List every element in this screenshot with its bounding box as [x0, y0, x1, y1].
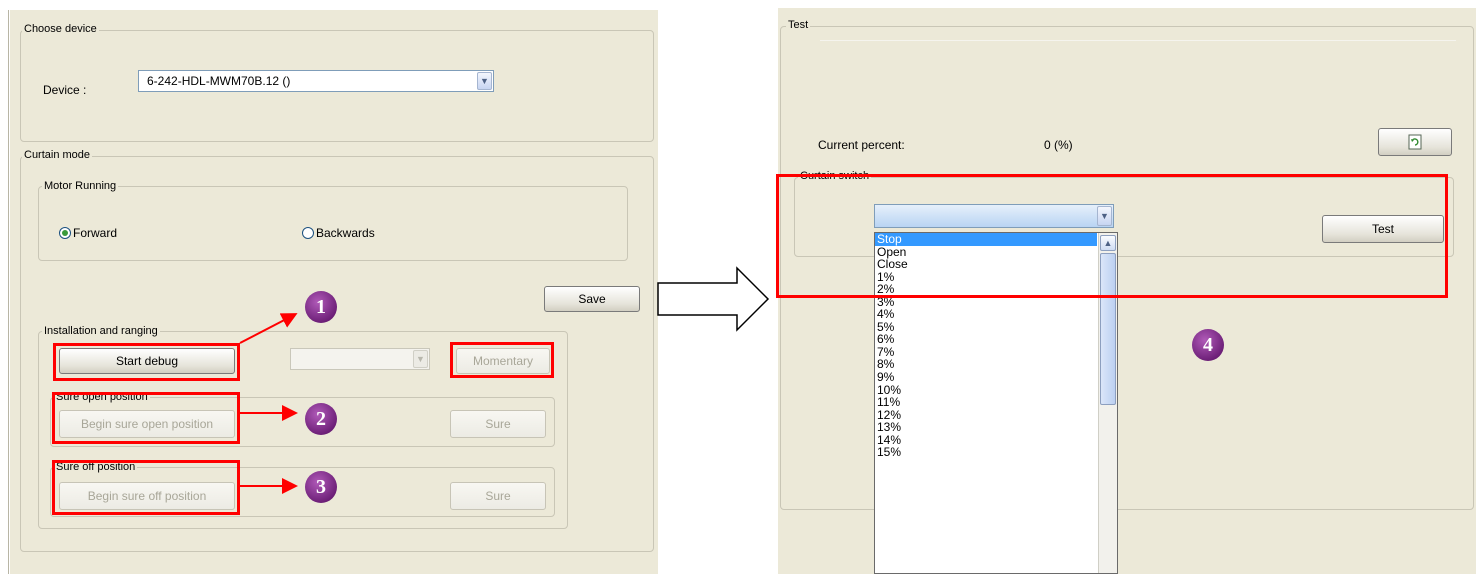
dropdown-option[interactable]: 6% [875, 333, 1097, 346]
step-2-badge: 2 [305, 403, 337, 435]
dropdown-option[interactable]: 7% [875, 346, 1097, 359]
dropdown-option[interactable]: 11% [875, 396, 1097, 409]
current-percent-value: 0 (%) [1044, 138, 1073, 152]
dropdown-option[interactable]: 9% [875, 371, 1097, 384]
transition-arrow-icon [657, 266, 770, 332]
dropdown-option[interactable]: 12% [875, 409, 1097, 422]
dropdown-option[interactable]: 14% [875, 434, 1097, 447]
dropdown-option[interactable]: 5% [875, 321, 1097, 334]
highlight-curtain-switch [776, 174, 1448, 298]
dropdown-option[interactable]: 15% [875, 446, 1097, 459]
refresh-button[interactable] [1378, 128, 1452, 156]
step-1-badge: 1 [305, 291, 337, 323]
dropdown-option[interactable]: 13% [875, 421, 1097, 434]
dropdown-option[interactable]: 4% [875, 308, 1097, 321]
test-header-line [820, 40, 1456, 41]
dropdown-option[interactable]: 10% [875, 384, 1097, 397]
current-percent-label: Current percent: [818, 138, 905, 152]
dropdown-option[interactable]: 8% [875, 358, 1097, 371]
arrow-step-1 [239, 313, 298, 344]
refresh-icon [1408, 134, 1422, 150]
test-legend: Test [786, 19, 811, 32]
step-3-badge: 3 [305, 471, 337, 503]
step-4-badge: 4 [1192, 329, 1224, 361]
